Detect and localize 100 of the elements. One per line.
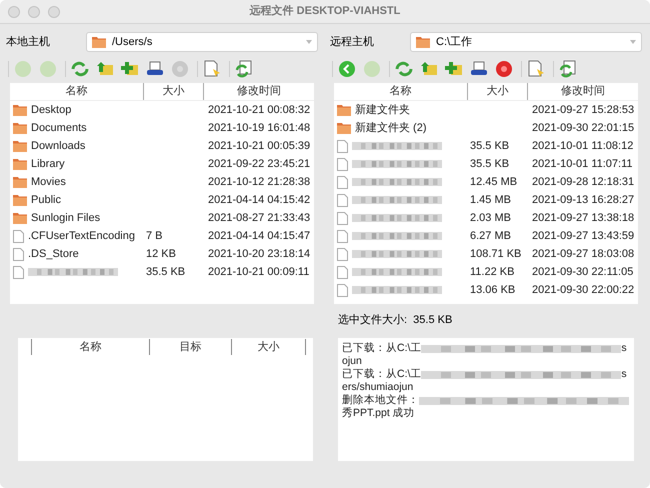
- file-row[interactable]: .CFUserTextEncoding 7 B 2021-04-14 04:15:47: [10, 227, 314, 245]
- file-size: 13.06 KB: [470, 284, 516, 296]
- forward-icon: [363, 60, 381, 78]
- file-size: 1.45 MB: [470, 194, 511, 206]
- file-row[interactable]: 35.5 KB 2021-10-01 11:07:11: [334, 155, 638, 173]
- document-icon: [337, 266, 348, 278]
- host-label: 本地主机: [5, 34, 51, 50]
- window-title: 远程文件 DESKTOP-VIAHSTL: [248, 4, 402, 20]
- file-name: .DS_Store: [28, 246, 79, 262]
- file-row[interactable]: .DS_Store 12 KB 2021-10-20 23:18:14: [10, 245, 314, 263]
- modified-time: 2021-10-12 21:28:38: [208, 176, 310, 188]
- folder-icon: [13, 194, 27, 206]
- modified-time: 2021-09-13 16:28:27: [532, 194, 634, 206]
- file-row[interactable]: Sunlogin Files 2021-08-27 21:33:43: [10, 209, 314, 227]
- column-header[interactable]: 目标: [150, 338, 232, 356]
- file-row[interactable]: Documents 2021-10-19 16:01:48: [10, 119, 314, 137]
- file-row[interactable]: Desktop 2021-10-21 00:08:32: [10, 101, 314, 119]
- path-text: /Users/s: [112, 34, 154, 50]
- column-header[interactable]: 名称: [10, 83, 144, 100]
- sync-icon: [559, 60, 577, 78]
- stop-button[interactable]: [493, 58, 515, 80]
- path-dropdown[interactable]: /Users/s: [86, 32, 318, 52]
- modified-time: 2021-09-22 23:45:21: [208, 158, 310, 170]
- file-row[interactable]: 12.45 MB 2021-09-28 12:18:31: [334, 173, 638, 191]
- document-icon: [337, 176, 348, 188]
- file-name: Library: [31, 156, 65, 172]
- file-row[interactable]: 1.45 MB 2021-09-13 16:28:27: [334, 191, 638, 209]
- modified-time: 2021-10-19 16:01:48: [208, 122, 310, 134]
- forward-icon: [39, 60, 57, 78]
- dropdown-arrow-icon: [630, 40, 636, 44]
- file-row[interactable]: 新建文件夹 (2) 2021-09-30 22:01:15: [334, 119, 638, 137]
- host-label: 远程主机: [329, 34, 375, 50]
- document-icon: [337, 194, 348, 206]
- document-icon: [337, 284, 348, 296]
- refresh-icon: [395, 60, 413, 78]
- document-icon: [13, 230, 24, 242]
- sync-icon: [235, 60, 253, 78]
- folder-icon: [13, 104, 27, 116]
- file-row[interactable]: Movies 2021-10-12 21:28:38: [10, 173, 314, 191]
- modified-time: 2021-09-27 13:38:18: [532, 212, 634, 224]
- file-row[interactable]: Public 2021-04-14 04:15:42: [10, 191, 314, 209]
- column-header[interactable]: 名称: [334, 83, 468, 100]
- file-row[interactable]: 13.06 KB 2021-09-30 22:00:22: [334, 281, 638, 299]
- stop-icon: [171, 60, 189, 78]
- back-button[interactable]: [336, 58, 358, 80]
- modified-time: 2021-09-30 22:01:15: [532, 122, 634, 134]
- modified-time: 2021-10-01 11:07:11: [532, 158, 633, 170]
- file-size: 12.45 MB: [470, 176, 518, 188]
- column-header[interactable]: 大小: [144, 83, 204, 100]
- modified-time: 2021-10-01 11:08:12: [532, 140, 634, 152]
- log-text: s: [621, 368, 627, 381]
- column-header[interactable]: 大小: [468, 83, 528, 100]
- file-name: 新建文件夹: [355, 102, 410, 118]
- log-text: 秀PPT.ppt 成功: [342, 407, 416, 420]
- drive-icon: [470, 60, 488, 78]
- document-icon: [337, 212, 348, 224]
- column-header[interactable]: 大小: [232, 338, 306, 356]
- file-size: 6.27 MB: [470, 230, 511, 242]
- file-row[interactable]: 2.03 MB 2021-09-27 13:38:18: [334, 209, 638, 227]
- file-row[interactable]: 新建文件夹 2021-09-27 15:28:53: [334, 101, 638, 119]
- selected-size-label: 选中文件大小: 35.5 KB: [337, 312, 454, 328]
- modified-time: 2021-09-27 15:28:53: [532, 104, 634, 116]
- path-dropdown[interactable]: C:\工作: [410, 32, 642, 52]
- file-name: Movies: [31, 174, 66, 190]
- file-row[interactable]: Downloads 2021-10-21 00:05:39: [10, 137, 314, 155]
- file-row[interactable]: 11.22 KB 2021-09-30 22:11:05: [334, 263, 638, 281]
- file-row[interactable]: 35.5 KB 2021-10-01 11:08:12: [334, 137, 638, 155]
- document-cursor-icon: [527, 60, 545, 78]
- refresh-icon: [71, 60, 89, 78]
- file-size: 7 B: [146, 230, 163, 242]
- modified-time: 2021-09-28 12:18:31: [532, 176, 634, 188]
- file-row[interactable]: Library 2021-09-22 23:45:21: [10, 155, 314, 173]
- modified-time: 2021-09-30 22:00:22: [532, 284, 634, 296]
- back-icon: [14, 60, 32, 78]
- drive-icon: [146, 60, 164, 78]
- file-row[interactable]: 6.27 MB 2021-09-27 13:43:59: [334, 227, 638, 245]
- document-icon: [337, 248, 348, 260]
- column-header[interactable]: 修改时间: [528, 83, 638, 100]
- stop-icon: [495, 60, 513, 78]
- file-name: 新建文件夹 (2): [355, 120, 426, 136]
- log-text: ojun: [342, 355, 363, 368]
- file-size: 2.03 MB: [470, 212, 511, 224]
- file-name: Downloads: [31, 138, 86, 154]
- new-folder-icon: [121, 60, 139, 78]
- file-name: Desktop: [31, 102, 72, 118]
- file-row[interactable]: 108.71 KB 2021-09-27 18:03:08: [334, 245, 638, 263]
- document-icon: [337, 230, 348, 242]
- column-header[interactable]: 名称: [32, 338, 150, 356]
- folder-icon: [13, 158, 27, 170]
- folder-icon: [416, 36, 430, 48]
- folder-icon: [13, 122, 27, 134]
- log-text: 删除本地文件：: [342, 394, 419, 407]
- file-size: 35.5 KB: [146, 266, 186, 278]
- log-text: 已下载：从C:\工: [342, 368, 422, 381]
- file-row[interactable]: 35.5 KB 2021-10-21 00:09:11: [10, 263, 314, 281]
- column-header[interactable]: 修改时间: [204, 83, 314, 100]
- modified-time: 2021-09-27 18:03:08: [532, 248, 634, 260]
- file-name: Public: [31, 192, 61, 208]
- file-name: .CFUserTextEncoding: [28, 228, 135, 244]
- folder-icon: [13, 140, 27, 152]
